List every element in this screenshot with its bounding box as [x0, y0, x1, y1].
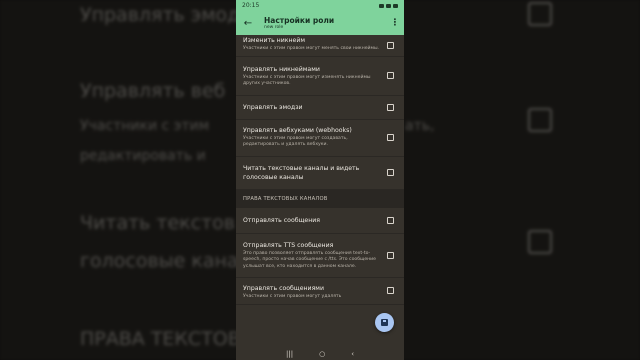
page-subtitle: new role — [264, 24, 284, 30]
permission-name: Изменить никнейм — [243, 37, 306, 44]
bg-text: ПРАВА ТЕКСТОВ — [80, 328, 241, 350]
video-frame: Управлять эмодз Управлять веб Участники … — [0, 0, 640, 360]
back-nav-button[interactable]: ‹ — [351, 350, 354, 358]
status-icons — [379, 3, 398, 8]
permission-item[interactable]: Управлять эмодзи — [236, 96, 404, 120]
bg-text: Участники с этим — [80, 118, 210, 134]
permission-item[interactable]: Отправлять TTS сообщения Это право позво… — [236, 234, 404, 278]
permission-desc: Участники с этим правом могут создавать,… — [243, 135, 348, 148]
permission-name: Управлять эмодзи — [243, 103, 303, 111]
more-options-button[interactable]: ⋮ — [390, 18, 400, 28]
app-bar-titles: Настройки роли new role — [264, 16, 390, 31]
permission-checkbox[interactable] — [387, 251, 394, 259]
permission-checkbox[interactable] — [387, 41, 394, 49]
permission-name: Управлять вебхуками (webhooks) — [243, 126, 352, 134]
permissions-list[interactable]: Изменить никнейм Участники с этим правом… — [236, 35, 404, 305]
permission-name: Управлять никнеймами — [243, 65, 320, 73]
permission-item[interactable]: Читать текстовые каналы и видеть голосов… — [236, 157, 404, 190]
permission-name: Управлять сообщениями — [243, 285, 324, 292]
section-header-text-channels: ПРАВА ТЕКСТОВЫХ КАНАЛОВ — [236, 189, 404, 208]
bg-text: голосовые кана — [80, 250, 239, 272]
bg-checkbox — [528, 108, 552, 132]
permission-item[interactable]: Изменить никнейм Участники с этим правом… — [236, 35, 404, 57]
permission-name: Отправлять сообщения — [243, 216, 320, 224]
back-button[interactable]: ← — [240, 18, 256, 29]
permission-item[interactable]: Отправлять сообщения — [236, 208, 404, 234]
app-bar: ← Настройки роли new role ⋮ — [236, 11, 404, 35]
permission-checkbox[interactable] — [387, 134, 394, 141]
permission-checkbox[interactable] — [387, 216, 394, 224]
permission-checkbox[interactable] — [387, 103, 394, 111]
permission-item[interactable]: Управлять сообщениями Участники с этим п… — [236, 278, 404, 305]
permission-desc: Участники с этим правом могут удалять — [243, 294, 342, 299]
permission-checkbox[interactable] — [387, 72, 394, 79]
status-bar: 20:15 — [236, 0, 404, 11]
permission-name: Читать текстовые каналы и видеть голосов… — [243, 164, 360, 181]
home-button[interactable]: ○ — [319, 350, 325, 358]
bg-checkbox — [528, 2, 552, 26]
save-icon — [381, 319, 388, 326]
bg-text: Читать текстов — [80, 212, 235, 234]
permission-name: Отправлять TTS сообщения — [243, 241, 334, 249]
bg-text: редактировать и — [80, 148, 206, 164]
battery-icon — [393, 3, 398, 8]
bg-checkbox — [528, 230, 552, 254]
phone-screen: 20:15 ← Настройки роли new role ⋮ Измени… — [236, 0, 404, 360]
save-button[interactable] — [375, 313, 394, 332]
bg-text: ать, — [405, 118, 435, 134]
permission-desc: Участники с этим правом могут изменять н… — [243, 74, 371, 87]
bg-text: Управлять эмодз — [80, 4, 251, 26]
permission-desc: Участники с этим правом могут менять сво… — [243, 46, 380, 51]
bg-text: Управлять веб — [80, 80, 226, 102]
wifi-icon — [386, 3, 391, 8]
permission-checkbox[interactable] — [387, 169, 394, 176]
permission-item[interactable]: Управлять никнеймами Участники с этим пр… — [236, 57, 404, 96]
permission-checkbox[interactable] — [387, 287, 394, 295]
permission-desc: Это право позволяет отправлять сообщения… — [243, 250, 376, 269]
signal-icon — [379, 3, 384, 8]
permission-item[interactable]: Управлять вебхуками (webhooks) Участники… — [236, 120, 404, 157]
recents-button[interactable]: ||| — [286, 350, 293, 358]
system-nav-bar: ||| ○ ‹ — [236, 348, 404, 360]
status-time: 20:15 — [242, 2, 260, 9]
page-title: Настройки роли — [264, 15, 335, 25]
